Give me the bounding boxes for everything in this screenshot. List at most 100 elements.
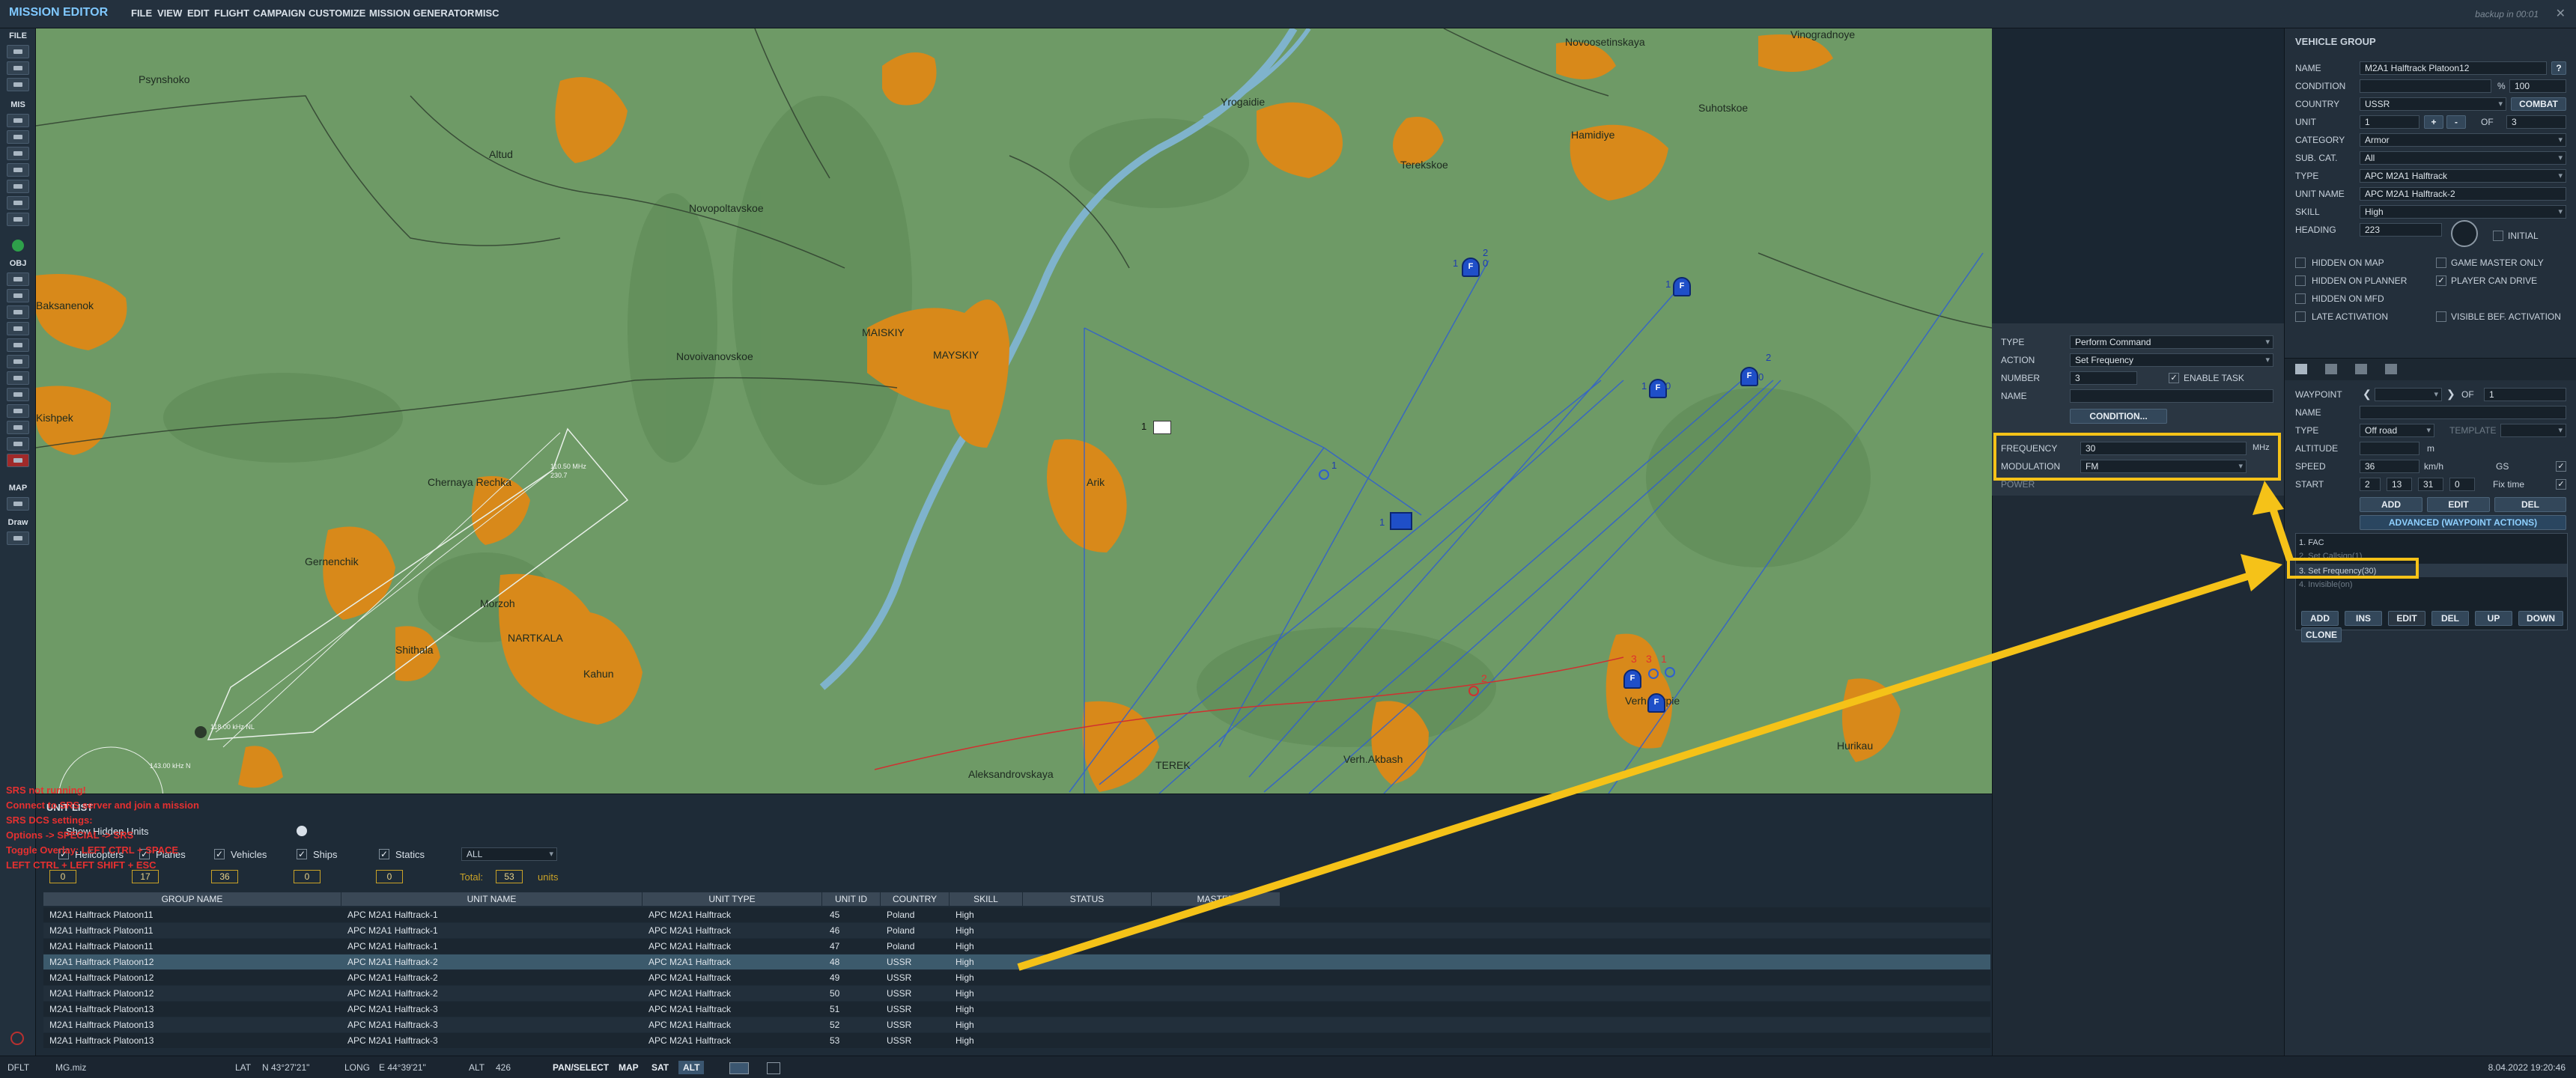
visible-bef-checkbox[interactable] (2436, 311, 2446, 322)
next-waypoint-icon[interactable]: ❯ (2446, 388, 2455, 401)
open-file-icon[interactable] (7, 45, 29, 58)
unit-name-input[interactable]: APC M2A1 Halftrack-2 (2360, 187, 2566, 201)
hidden-map-checkbox[interactable] (2295, 258, 2306, 268)
menu-campaign[interactable]: CAMPAIGN (253, 7, 306, 19)
airport-icon[interactable] (7, 437, 29, 451)
helicopter-icon[interactable] (7, 272, 29, 286)
wp-name-input[interactable] (2360, 406, 2566, 419)
type-select[interactable]: APC M2A1 Halftrack (2360, 169, 2566, 183)
col-skill[interactable]: SKILL (950, 892, 1023, 906)
waypoint-select[interactable] (2375, 388, 2442, 401)
col-group-name[interactable]: GROUP NAME (43, 892, 341, 906)
remove-unit-button[interactable]: - (2446, 115, 2466, 129)
table-row[interactable]: M2A1 Halftrack Platoon11 APC M2A1 Halftra… (43, 923, 1990, 938)
col-unit-name[interactable]: UNIT NAME (341, 892, 643, 906)
briefing-icon[interactable] (7, 130, 29, 144)
menu-misc[interactable]: MISC (475, 7, 499, 19)
triggered-tab-icon[interactable] (2325, 364, 2337, 374)
nav-point-icon[interactable] (7, 388, 29, 401)
table-row[interactable]: M2A1 Halftrack Platoon13 APC M2A1 Halftra… (43, 1002, 1990, 1017)
heading-dial-icon[interactable] (2451, 220, 2478, 247)
col-unit-type[interactable]: UNIT TYPE (643, 892, 822, 906)
sat-button[interactable]: SAT (647, 1061, 673, 1074)
table-row[interactable]: M2A1 Halftrack Platoon11 APC M2A1 Halftra… (43, 939, 1990, 954)
advanced-actions-button[interactable]: ADVANCED (WAYPOINT ACTIONS) (2360, 515, 2566, 530)
table-row[interactable]: M2A1 Halftrack Platoon12 APC M2A1 Halftra… (43, 986, 1990, 1001)
save-icon[interactable] (7, 78, 29, 91)
wp-del-button[interactable]: DEL (2494, 497, 2566, 512)
action-item[interactable]: 4. Invisible(on) (2299, 580, 2353, 589)
late-activation-checkbox[interactable] (2295, 311, 2306, 322)
country-select[interactable]: USSR (2360, 97, 2506, 111)
payload-tab-icon[interactable] (2385, 364, 2397, 374)
altitude-input[interactable] (2360, 442, 2419, 455)
unit-stepper[interactable]: 1 (2360, 115, 2419, 129)
action-clone-button[interactable]: CLONE (2301, 627, 2342, 642)
template-icon[interactable] (7, 355, 29, 368)
pan-select-button[interactable]: PAN/SELECT (548, 1061, 613, 1074)
group-name-input[interactable]: M2A1 Halftrack Platoon12 (2360, 61, 2547, 75)
player-can-drive-checkbox[interactable]: ✓ (2436, 275, 2446, 286)
blue-unit-icon[interactable]: F (1462, 258, 1480, 277)
hidden-mfd-checkbox[interactable] (2295, 293, 2306, 304)
menu-flight[interactable]: FLIGHT (214, 7, 249, 19)
static-icon[interactable] (7, 338, 29, 352)
blue-unit-icon[interactable]: F (1740, 367, 1758, 386)
add-unit-button[interactable]: + (2424, 115, 2443, 129)
ship-icon[interactable] (7, 322, 29, 335)
start-sec[interactable]: 0 (2449, 478, 2475, 491)
task-number-stepper[interactable]: 3 (2070, 371, 2137, 385)
table-row-selected[interactable]: M2A1 Halftrack Platoon12 APC M2A1 Halftra… (43, 954, 1990, 969)
vehicles-checkbox[interactable]: ✓ (214, 849, 225, 859)
table-row[interactable]: M2A1 Halftrack Platoon13 APC M2A1 Halftra… (43, 1033, 1990, 1048)
menu-file[interactable]: FILE (131, 7, 152, 19)
action-down-button[interactable]: DOWN (2518, 611, 2563, 626)
record-icon[interactable] (10, 1032, 24, 1045)
coalition-select[interactable]: ALL (461, 847, 557, 861)
screenshot-icon[interactable] (767, 1062, 780, 1074)
task-type-select[interactable]: Perform Command (2070, 335, 2273, 349)
table-row[interactable]: M2A1 Halftrack Platoon11 APC M2A1 Halftra… (43, 907, 1990, 922)
prev-waypoint-icon[interactable]: ❮ (2363, 388, 2372, 401)
col-unit-id[interactable]: UNIT ID (822, 892, 881, 906)
action-ins-button[interactable]: INS (2345, 611, 2382, 626)
enable-task-checkbox[interactable]: ✓ (2169, 373, 2179, 383)
measure-icon[interactable] (7, 532, 29, 545)
blue-group-icon[interactable] (1390, 512, 1412, 530)
awacs-icon[interactable] (7, 421, 29, 434)
combat-button[interactable]: COMBAT (2511, 97, 2566, 111)
action-up-button[interactable]: UP (2475, 611, 2512, 626)
trigger-icon[interactable] (7, 147, 29, 160)
bullseye-icon[interactable] (7, 404, 29, 418)
goal-icon[interactable] (7, 163, 29, 177)
skill-select[interactable]: High (2360, 205, 2566, 219)
blue-unit-icon[interactable]: F (1623, 669, 1641, 689)
col-status[interactable]: STATUS (1023, 892, 1152, 906)
gm-only-checkbox[interactable] (2436, 258, 2446, 268)
condition-bar[interactable] (2360, 79, 2491, 93)
col-master[interactable]: MASTER (1152, 892, 1281, 906)
plane-icon[interactable] (7, 289, 29, 302)
task-name-input[interactable] (2070, 389, 2273, 403)
help-button[interactable]: ? (2551, 61, 2566, 75)
mirror-icon[interactable] (7, 213, 29, 226)
hidden-planner-checkbox[interactable] (2295, 275, 2306, 286)
mission-icon[interactable] (7, 114, 29, 127)
menu-customize[interactable]: CUSTOMIZE (309, 7, 365, 19)
action-del-button[interactable]: DEL (2431, 611, 2469, 626)
vehicle-icon[interactable] (7, 305, 29, 319)
help-icon[interactable] (12, 240, 24, 252)
wp-add-button[interactable]: ADD (2360, 497, 2422, 512)
category-select[interactable]: Armor (2360, 133, 2566, 147)
start-hour[interactable]: 13 (2387, 478, 2412, 491)
statics-checkbox[interactable]: ✓ (379, 849, 389, 859)
blue-unit-icon[interactable]: F (1649, 379, 1667, 398)
action-add-button[interactable]: ADD (2301, 611, 2339, 626)
alt-button[interactable]: ALT (678, 1061, 705, 1074)
gs-checkbox[interactable]: ✓ (2556, 461, 2566, 472)
fix-time-checkbox[interactable]: ✓ (2556, 479, 2566, 490)
col-country[interactable]: COUNTRY (881, 892, 950, 906)
draw-label[interactable]: Draw (0, 518, 36, 527)
zone-icon[interactable] (7, 371, 29, 385)
person-icon[interactable] (297, 826, 307, 836)
